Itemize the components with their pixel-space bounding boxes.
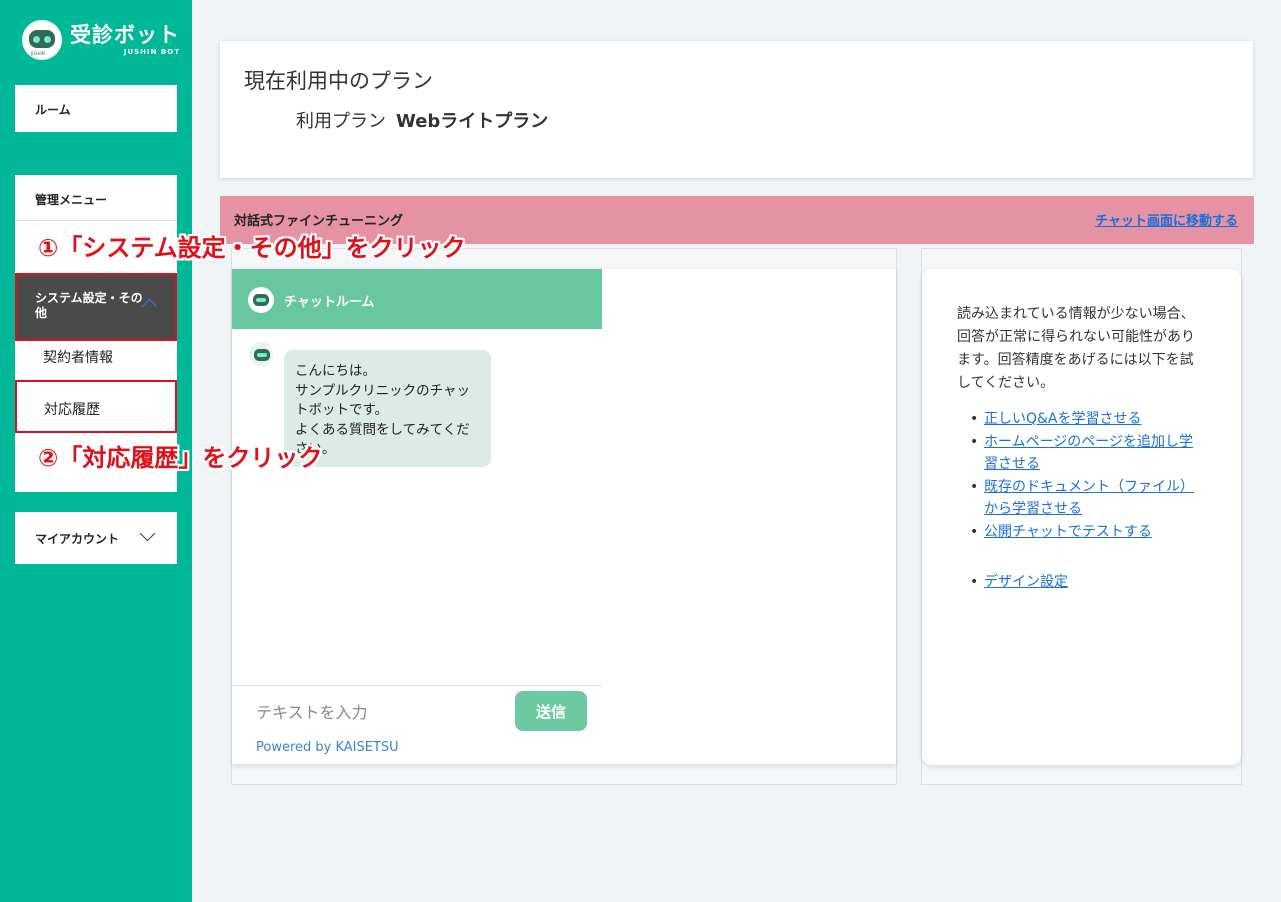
sidebar-item-label: 対応履歴 [44, 402, 100, 418]
robot-logo-icon: JUSHIN [22, 20, 62, 60]
sidebar-item-room[interactable]: ルーム [15, 85, 177, 132]
annotation-step-1: ①「システム設定・その他」をクリック [38, 234, 466, 262]
list-item: 公開チャットでテストする [970, 521, 1204, 544]
current-plan-card: 現在利用中のプラン 利用プラン Webライトプラン [220, 41, 1253, 178]
help-links-list: 正しいQ&Aを学習させる ホームページのページを追加し学習させる 既存のドキュメ… [970, 408, 1204, 594]
learn-qa-link[interactable]: 正しいQ&Aを学習させる [984, 411, 1142, 427]
list-item: 正しいQ&Aを学習させる [970, 408, 1204, 431]
logo-subtitle: JUSHIN BOT [123, 48, 180, 56]
banner-title: 対話式ファインチューニング [234, 214, 404, 229]
chat-widget: チャットルーム こんにちは。 サンプルクリニックのチャットボットです。 よくある… [232, 269, 896, 764]
sidebar-item-system-settings[interactable]: システム設定・その他 [15, 273, 177, 341]
sidebar-item-contract-info[interactable]: 契約者情報 [43, 347, 113, 367]
plan-row: 利用プラン Webライトプラン [296, 107, 548, 133]
chevron-down-icon [139, 525, 156, 542]
public-chat-test-link[interactable]: 公開チャットでテストする [984, 524, 1152, 540]
list-item: 既存のドキュメント（ファイル）から学習させる [970, 476, 1204, 521]
logo-title: 受診ボット [70, 23, 180, 47]
list-item: デザイン設定 [970, 571, 1204, 594]
annotation-step-2: ②「対応履歴」をクリック [38, 444, 323, 472]
robot-icon [248, 287, 274, 313]
info-card: 読み込まれている情報が少ない場合、回答が正常に得られない可能性があります。回答精… [922, 269, 1241, 765]
plan-value: Webライトプラン [396, 111, 549, 132]
design-settings-link[interactable]: デザイン設定 [984, 574, 1068, 590]
powered-by-text: Powered by KAISETSU [256, 740, 399, 755]
divider [232, 685, 602, 686]
plan-label: 利用プラン [296, 111, 386, 132]
add-homepage-link[interactable]: ホームページのページを追加し学習させる [984, 434, 1193, 473]
chat-header-title: チャットルーム [284, 295, 375, 310]
chat-text-input[interactable] [256, 697, 506, 727]
sidebar-item-label: マイアカウント [35, 532, 120, 546]
app-logo[interactable]: JUSHIN 受診ボット JUSHIN BOT [22, 18, 180, 62]
sidebar-item-history[interactable]: 対応履歴 [15, 380, 177, 433]
management-menu-title: 管理メニュー [35, 193, 108, 207]
go-to-chat-link[interactable]: チャット画面に移動する [1095, 210, 1238, 229]
info-text: 読み込まれている情報が少ない場合、回答が正常に得られない可能性があります。回答精… [957, 306, 1195, 391]
logo-tag: JUSHIN [31, 51, 45, 56]
learn-documents-link[interactable]: 既存のドキュメント（ファイル）から学習させる [984, 479, 1194, 518]
sidebar-item-label: システム設定・その他 [35, 291, 143, 320]
sidebar-item-my-account[interactable]: マイアカウント [15, 512, 177, 564]
send-button[interactable]: 送信 [515, 691, 587, 731]
chat-header: チャットルーム [232, 269, 602, 329]
robot-icon [249, 342, 273, 366]
divider [15, 220, 177, 221]
list-item: ホームページのページを追加し学習させる [970, 431, 1204, 476]
sidebar-item-label: ルーム [35, 103, 71, 117]
plan-heading: 現在利用中のプラン [244, 69, 433, 93]
